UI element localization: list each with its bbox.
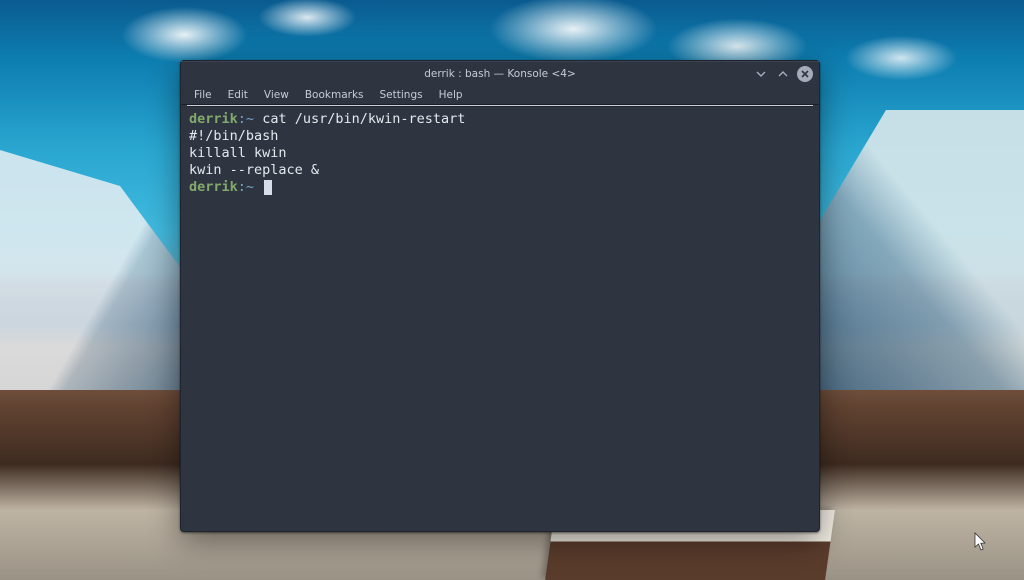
terminal-output[interactable]: derrik:~ cat /usr/bin/kwin-restart #!/bi… <box>181 107 819 531</box>
window-controls <box>753 66 813 82</box>
prompt-sep: : <box>238 111 246 127</box>
window-title: derrik : bash — Konsole <4> <box>181 68 819 80</box>
output-line: #!/bin/bash <box>189 128 278 144</box>
menu-bookmarks[interactable]: Bookmarks <box>298 87 371 103</box>
output-line: kwin --replace & <box>189 162 319 178</box>
output-line: killall kwin <box>189 145 287 161</box>
menubar: File Edit View Bookmarks Settings Help <box>181 85 819 105</box>
menu-settings[interactable]: Settings <box>373 87 430 103</box>
titlebar[interactable]: derrik : bash — Konsole <4> <box>181 61 819 85</box>
prompt-path: ~ <box>246 111 254 127</box>
prompt-path: ~ <box>246 179 254 195</box>
menu-view[interactable]: View <box>257 87 296 103</box>
menu-help[interactable]: Help <box>432 87 470 103</box>
menu-file[interactable]: File <box>187 87 219 103</box>
menu-edit[interactable]: Edit <box>221 87 255 103</box>
konsole-window[interactable]: derrik : bash — Konsole <4> File Edit Vi… <box>180 60 820 532</box>
prompt-sep: : <box>238 179 246 195</box>
minimize-button[interactable] <box>753 66 769 82</box>
text-cursor <box>264 180 272 195</box>
prompt-user: derrik <box>189 179 238 195</box>
prompt-user: derrik <box>189 111 238 127</box>
command-text: cat /usr/bin/kwin-restart <box>262 111 465 127</box>
close-button[interactable] <box>797 66 813 82</box>
maximize-button[interactable] <box>775 66 791 82</box>
